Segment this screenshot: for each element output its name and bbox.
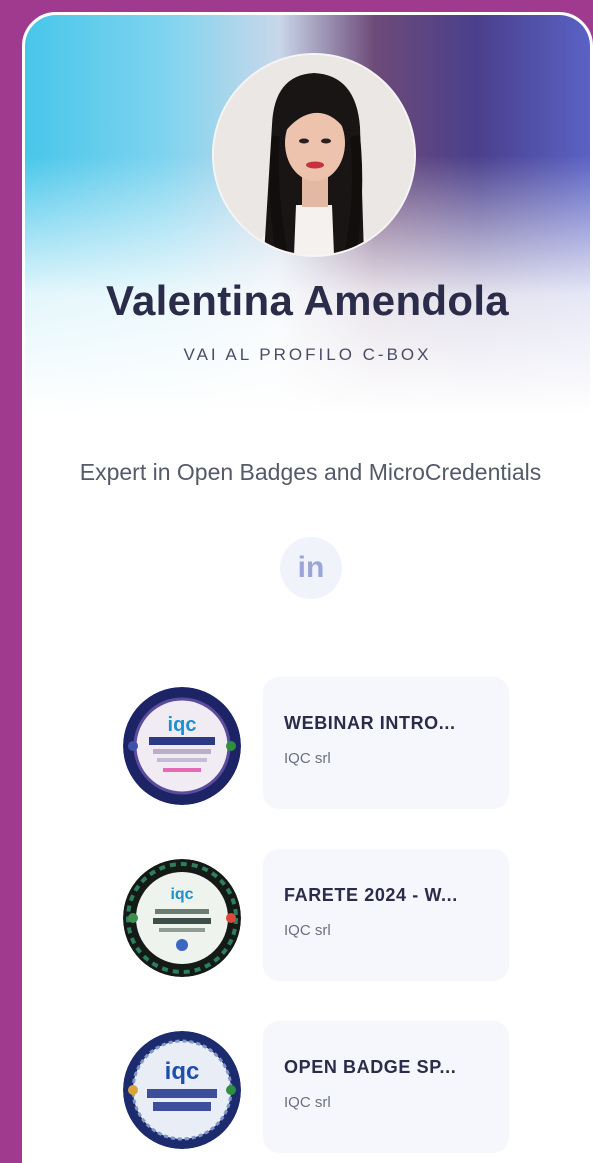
badge-card[interactable]: FARETE 2024 - W... IQC srl: [263, 849, 509, 981]
badge-logo-text: iqc: [165, 1058, 200, 1085]
profile-link[interactable]: VAI AL PROFILO C-BOX: [25, 345, 590, 365]
badge-image: iqc: [123, 859, 241, 977]
badge-card[interactable]: OPEN BADGE SP... IQC srl: [263, 1021, 509, 1153]
linkedin-button[interactable]: in: [280, 537, 342, 599]
badge-issuer: IQC srl: [284, 922, 331, 939]
linkedin-icon: in: [297, 551, 325, 584]
badge-item[interactable]: iqc WEBINAR INTRO... IQC srl: [25, 677, 590, 809]
badge-image: iqc: [123, 687, 241, 805]
badge-title: OPEN BADGE SP...: [284, 1057, 457, 1077]
badge-item[interactable]: iqc FARETE 2024 - W... IQC srl: [25, 849, 590, 981]
badge-issuer: IQC srl: [284, 1094, 331, 1111]
badge-issuer: IQC srl: [284, 750, 331, 767]
profile-avatar: [212, 53, 416, 257]
badge-logo-text: iqc: [168, 714, 197, 736]
profile-card: Valentina Amendola VAI AL PROFILO C-BOX …: [22, 12, 593, 1163]
badge-title: WEBINAR INTRO...: [284, 713, 456, 733]
badge-title: FARETE 2024 - W...: [284, 885, 458, 905]
profile-name: Valentina Amendola: [106, 277, 509, 324]
badge-card[interactable]: WEBINAR INTRO... IQC srl: [263, 677, 509, 809]
profile-tagline: Expert in Open Badges and MicroCredentia…: [79, 459, 542, 485]
badge-image: iqc: [123, 1031, 241, 1149]
badge-logo-text: iqc: [170, 886, 193, 903]
badge-item[interactable]: iqc OPEN BADGE SP... IQC srl: [25, 1021, 590, 1153]
